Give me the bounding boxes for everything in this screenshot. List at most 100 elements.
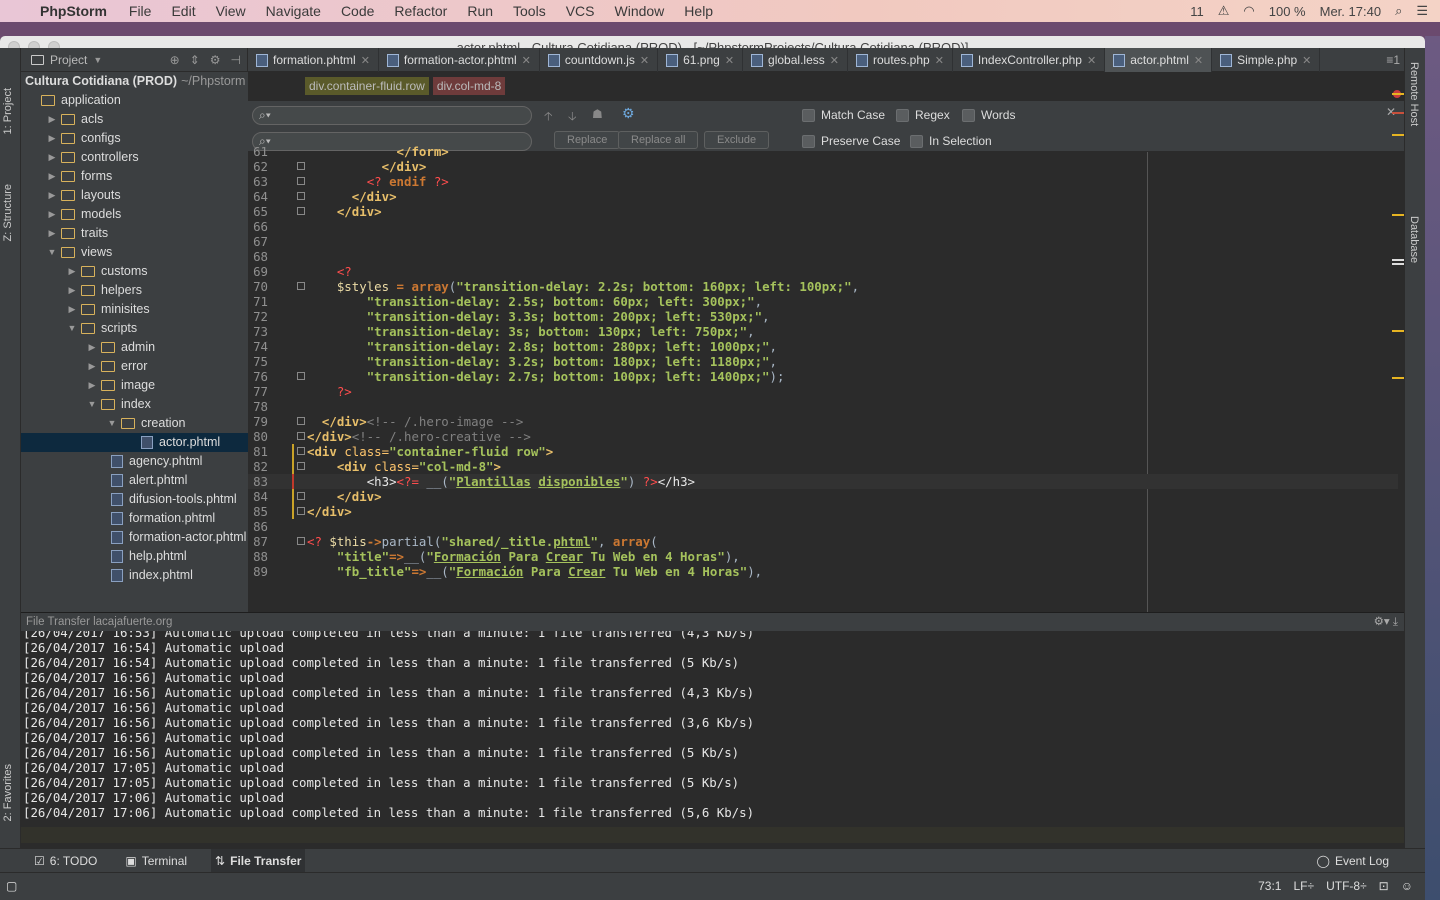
menu-item-tools[interactable]: Tools	[513, 3, 546, 19]
code-line[interactable]: 78	[248, 399, 1398, 414]
fold-marker-icon[interactable]	[297, 537, 305, 545]
line-number[interactable]: 65	[248, 204, 268, 219]
code-line[interactable]: 76 "transition-delay: 2.7s; bottom: 100p…	[248, 369, 1398, 384]
notification-center-icon[interactable]: ☰	[1416, 3, 1428, 19]
chevron-down-icon[interactable]: ▼	[87, 395, 97, 414]
find-all-icon[interactable]: ☗	[592, 107, 603, 121]
line-number[interactable]: 88	[248, 549, 268, 564]
code-line[interactable]: 85 </div>	[248, 504, 1398, 519]
chevron-right-icon[interactable]: ▶	[47, 186, 57, 205]
project-root-row[interactable]: Cultura Cotidiana (PROD) ~/Phpstorm	[21, 72, 248, 91]
chevron-right-icon[interactable]: ▶	[47, 205, 57, 224]
line-number[interactable]: 87	[248, 534, 268, 549]
todo-tab[interactable]: ☑ 6: TODO	[30, 849, 101, 873]
file-transfer-tab[interactable]: ⇅ File Transfer	[211, 848, 306, 873]
code-line[interactable]: 72 "transition-delay: 3.3s; bottom: 200p…	[248, 309, 1398, 324]
line-number[interactable]: 71	[248, 294, 268, 309]
code-line[interactable]: 74 "transition-delay: 2.8s; bottom: 280p…	[248, 339, 1398, 354]
line-number[interactable]: 82	[248, 459, 268, 474]
menu-item-window[interactable]: Window	[615, 3, 665, 19]
project-side-tab[interactable]: 1: Project	[2, 88, 14, 134]
menu-item-edit[interactable]: Edit	[171, 3, 195, 19]
tree-item[interactable]: index.phtml	[21, 566, 248, 585]
tree-item[interactable]: difusion-tools.phtml	[21, 490, 248, 509]
code-line[interactable]: 86	[248, 519, 1398, 534]
line-number[interactable]: 62	[248, 159, 268, 174]
code-line[interactable]: 64 </div>	[248, 189, 1398, 204]
tree-item[interactable]: actor.phtml	[21, 433, 248, 452]
editor-tab[interactable]: 61.png ✕	[658, 48, 744, 72]
tree-item[interactable]: ▼ views	[21, 243, 248, 262]
line-number[interactable]: 89	[248, 564, 268, 579]
collapse-all-icon[interactable]: ⇕	[190, 53, 200, 67]
warning-icon[interactable]: ⚠	[1218, 3, 1230, 19]
wifi-icon[interactable]: ◠	[1243, 3, 1254, 19]
fold-marker-icon[interactable]	[297, 177, 305, 185]
lock-icon[interactable]: ⊡	[1379, 879, 1389, 893]
tree-item[interactable]: application	[21, 91, 248, 110]
chevron-down-icon[interactable]: ▼	[67, 319, 77, 338]
code-line[interactable]: 66	[248, 219, 1398, 234]
vcs-change-marker[interactable]	[292, 489, 294, 504]
line-number[interactable]: 72	[248, 309, 268, 324]
close-tab-icon[interactable]: ✕	[1087, 54, 1096, 67]
chevron-right-icon[interactable]: ▶	[87, 338, 97, 357]
code-line[interactable]: 62 </div>	[248, 159, 1398, 174]
menu-item-run[interactable]: Run	[467, 3, 493, 19]
menu-item-view[interactable]: View	[216, 3, 246, 19]
chevron-right-icon[interactable]: ▶	[87, 376, 97, 395]
tree-item[interactable]: ▶ layouts	[21, 186, 248, 205]
fold-marker-icon[interactable]	[297, 282, 305, 290]
code-line[interactable]: 75 "transition-delay: 3.2s; bottom: 180p…	[248, 354, 1398, 369]
fold-marker-icon[interactable]	[297, 417, 305, 425]
close-tab-icon[interactable]: ✕	[1194, 54, 1203, 67]
line-number[interactable]: 68	[248, 249, 268, 264]
fold-marker-icon[interactable]	[297, 447, 305, 455]
tree-item[interactable]: ▶ image	[21, 376, 248, 395]
fold-marker-icon[interactable]	[297, 492, 305, 500]
battery-label[interactable]: 100 %	[1269, 4, 1306, 19]
notification-count[interactable]: 11	[1190, 4, 1204, 19]
breadcrumb-container-fluid[interactable]: div.container-fluid.row	[305, 77, 429, 95]
line-number[interactable]: 79	[248, 414, 268, 429]
tree-item[interactable]: ▶ acls	[21, 110, 248, 129]
editor-tab[interactable]: formation.phtml ✕	[248, 48, 379, 72]
previous-occurrence-icon[interactable]: 🡡	[544, 107, 553, 128]
chevron-right-icon[interactable]: ▶	[67, 281, 77, 300]
search-input[interactable]: ⌕▾	[252, 106, 532, 125]
tree-item[interactable]: agency.phtml	[21, 452, 248, 471]
chevron-right-icon[interactable]: ▶	[67, 300, 77, 319]
code-line[interactable]: 63 <? endif ?>	[248, 174, 1398, 189]
line-number[interactable]: 73	[248, 324, 268, 339]
tree-item[interactable]: ▶ customs	[21, 262, 248, 281]
code-line[interactable]: 67	[248, 234, 1398, 249]
settings-icon[interactable]: ⚙	[210, 53, 221, 67]
tree-item[interactable]: ▶ forms	[21, 167, 248, 186]
line-number[interactable]: 80	[248, 429, 268, 444]
line-number[interactable]: 86	[248, 519, 268, 534]
vcs-change-marker[interactable]	[292, 504, 294, 519]
line-number[interactable]: 69	[248, 264, 268, 279]
terminal-tab[interactable]: ▣ Terminal	[121, 849, 191, 873]
close-tab-icon[interactable]: ✕	[935, 54, 944, 67]
line-separator[interactable]: LF÷	[1293, 879, 1314, 893]
tree-item[interactable]: formation.phtml	[21, 509, 248, 528]
fold-marker-icon[interactable]	[297, 162, 305, 170]
chevron-down-icon[interactable]: ▼	[107, 414, 117, 433]
line-number[interactable]: 63	[248, 174, 268, 189]
remote-host-side-tab[interactable]: Remote Host	[1408, 62, 1420, 126]
database-side-tab[interactable]: Database	[1408, 216, 1420, 263]
chevron-down-icon[interactable]: ▼	[47, 243, 57, 262]
code-area[interactable]: 61 </form> 62 </div> 63 <? endif ?> 64 </di…	[248, 144, 1404, 612]
close-tab-icon[interactable]: ✕	[522, 54, 531, 67]
chevron-right-icon[interactable]: ▶	[47, 224, 57, 243]
line-number[interactable]: 74	[248, 339, 268, 354]
line-number[interactable]: 66	[248, 219, 268, 234]
chevron-right-icon[interactable]: ▶	[47, 129, 57, 148]
line-number[interactable]: 61	[248, 144, 268, 159]
editor-tab[interactable]: IndexController.php ✕	[953, 48, 1106, 72]
words-checkbox[interactable]: Words	[962, 108, 1015, 122]
caret-position[interactable]: 73:1	[1258, 879, 1281, 893]
tabs-overflow-button[interactable]: ≡1	[1382, 48, 1404, 71]
menu-item-code[interactable]: Code	[341, 3, 374, 19]
